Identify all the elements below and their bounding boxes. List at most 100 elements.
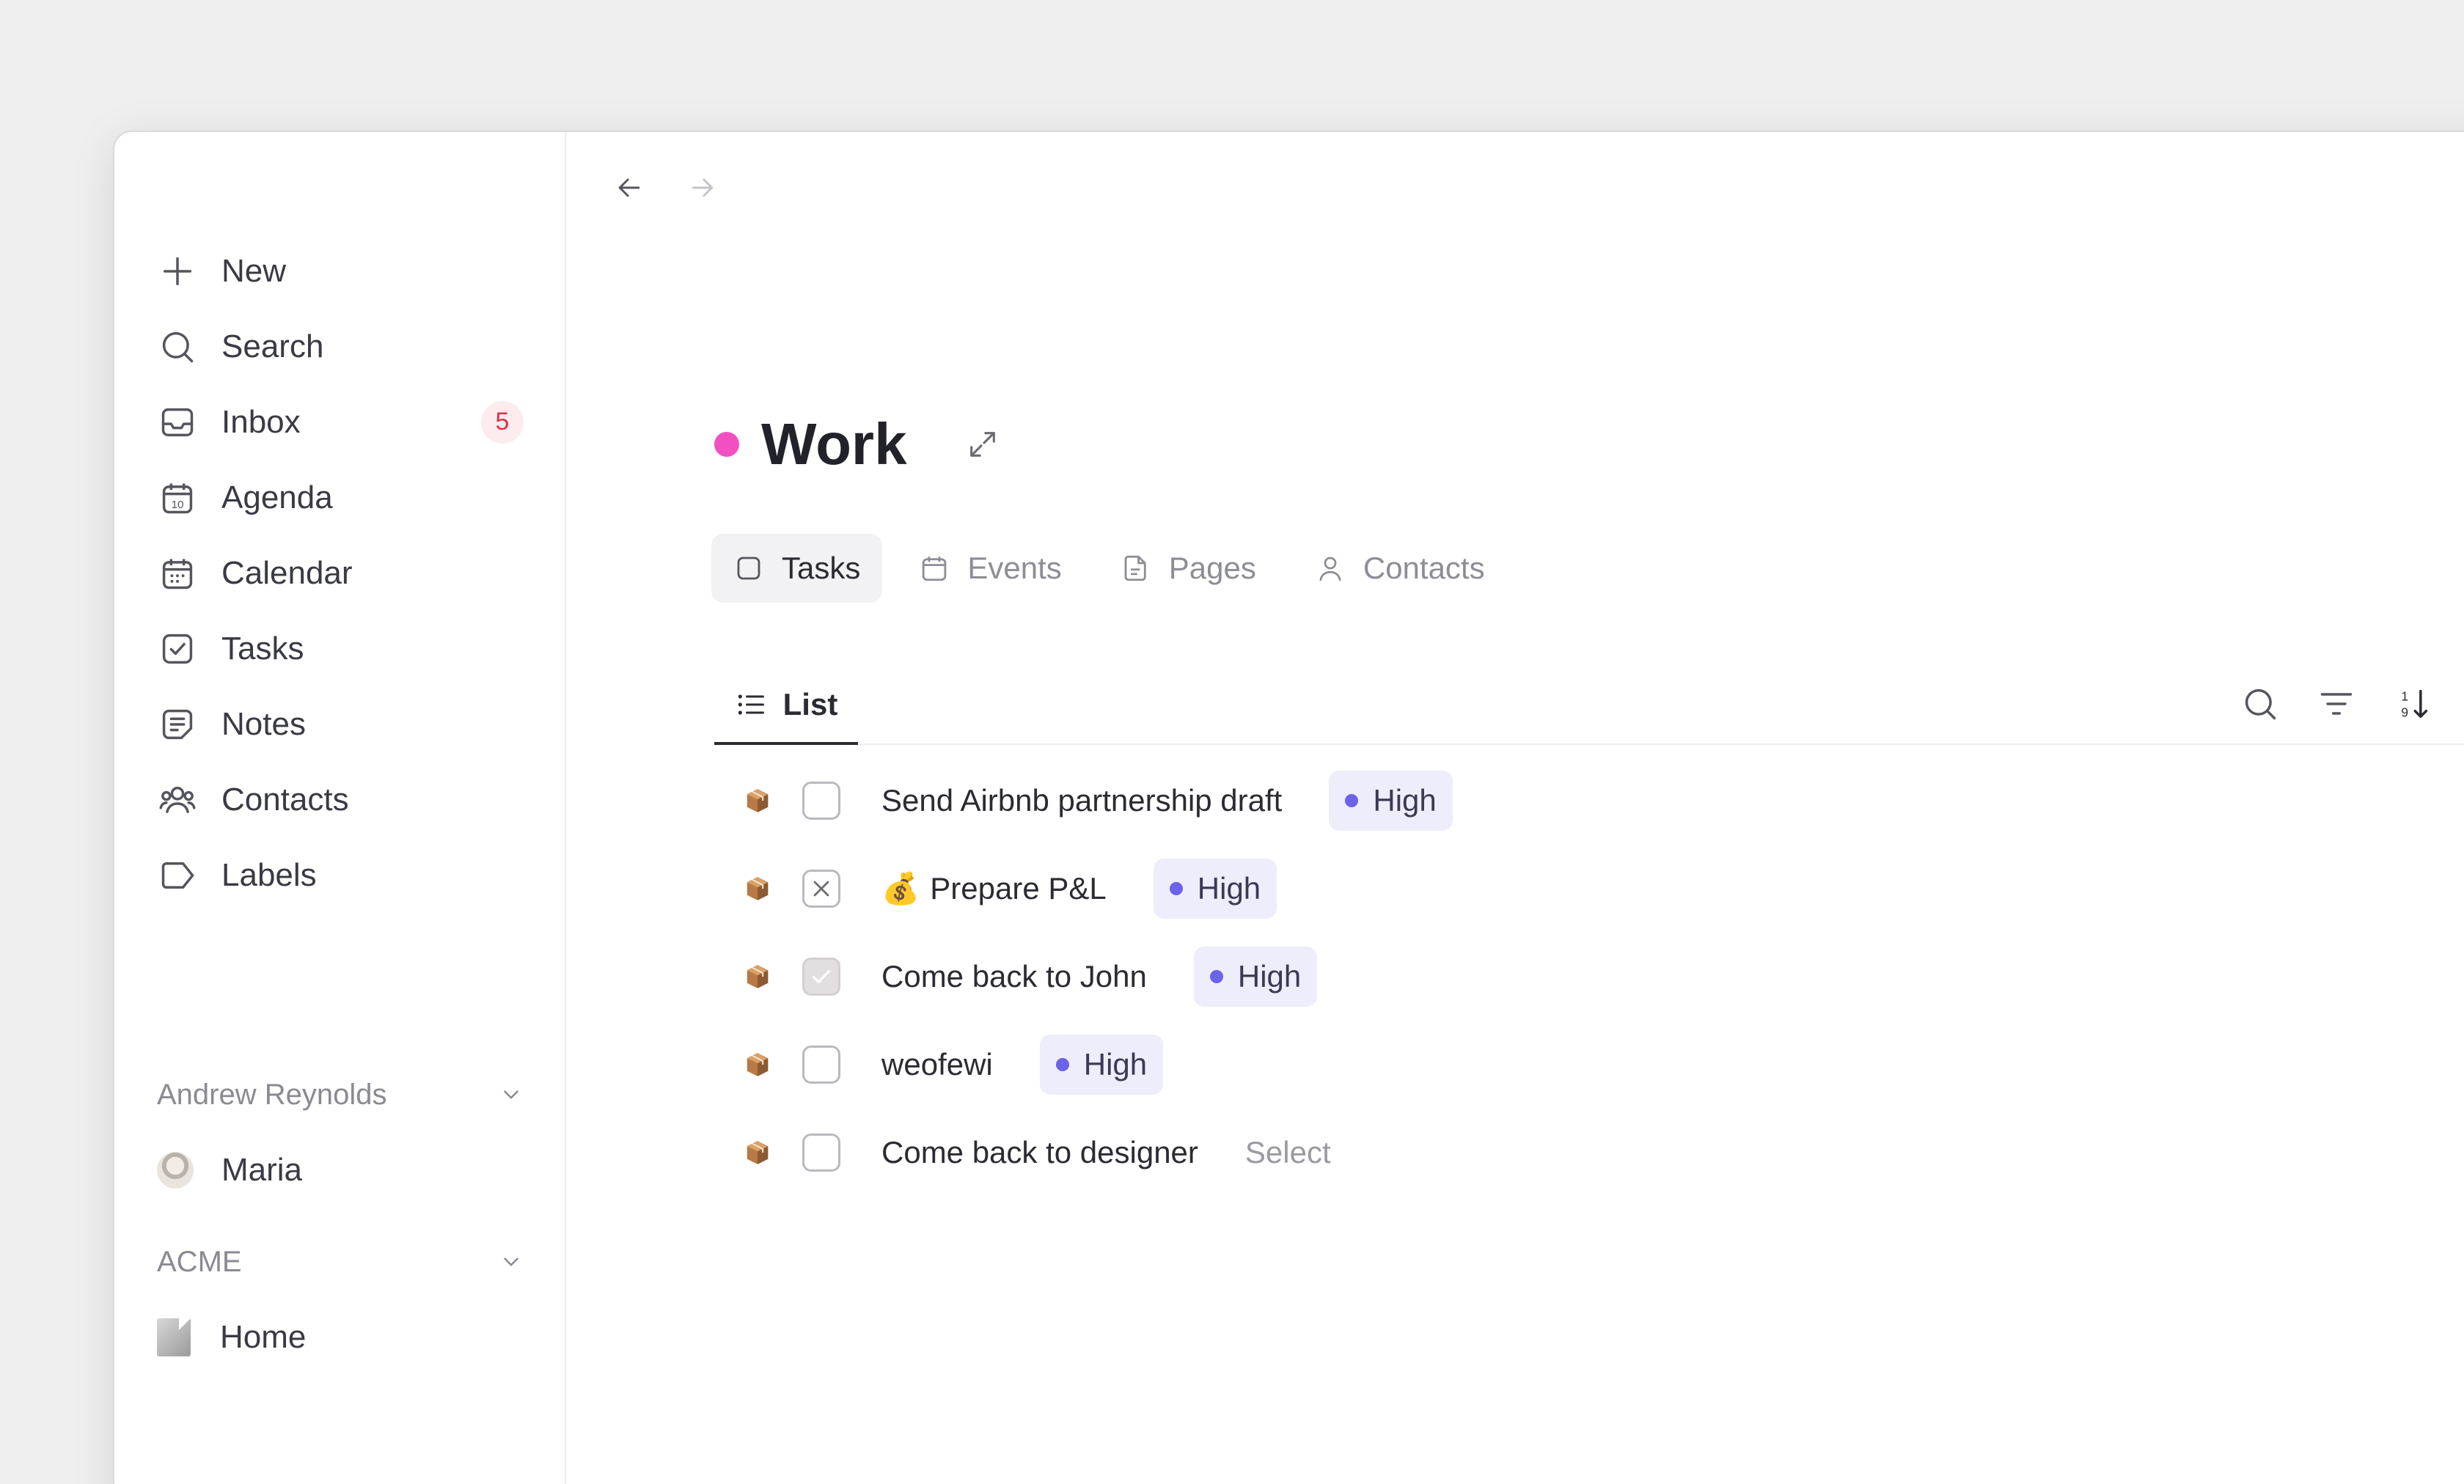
package-icon <box>747 1141 769 1164</box>
notes-icon <box>157 704 198 745</box>
plus-icon <box>157 251 198 292</box>
priority-tag[interactable]: High <box>1193 947 1318 1007</box>
search-icon <box>157 326 198 367</box>
task-row[interactable]: Send Airbnb partnership draft High <box>714 757 2181 845</box>
contacts-icon <box>157 779 198 820</box>
document-thumbnail-icon <box>157 1318 191 1356</box>
list-icon <box>738 694 764 715</box>
task-row[interactable]: Come back to John High <box>714 933 2181 1021</box>
task-row[interactable]: weofewi High <box>714 1021 2181 1109</box>
task-list: Send Airbnb partnership draft High 💰 Prep… <box>714 757 2181 1197</box>
priority-dot <box>1345 794 1359 807</box>
chevron-down-icon <box>504 1257 518 1266</box>
checkmark-icon <box>812 969 831 984</box>
task-row[interactable]: 💰 Prepare P&L High <box>714 845 2181 933</box>
priority-label: High <box>1083 1047 1148 1081</box>
sidebar-item-maria[interactable]: Maria <box>157 1148 524 1192</box>
task-checkbox[interactable] <box>802 782 840 820</box>
task-checkbox-cancelled[interactable] <box>802 870 840 908</box>
sidebar-nav: New Search Inbox 5 10 Agenda Calendar Ta… <box>157 233 524 913</box>
inbox-count-badge: 5 <box>481 400 524 444</box>
app-window: New Search Inbox 5 10 Agenda Calendar Ta… <box>113 131 2464 1484</box>
section-header-andrew-reynolds[interactable]: Andrew Reynolds <box>157 1073 524 1116</box>
sidebar-item-label: Agenda <box>221 479 333 515</box>
expand-icon[interactable] <box>966 427 1000 461</box>
tab-contacts[interactable]: Contacts <box>1293 534 1507 603</box>
chevron-down-icon <box>504 1090 518 1099</box>
tab-tasks[interactable]: Tasks <box>711 534 883 603</box>
tab-pages[interactable]: Pages <box>1099 534 1278 603</box>
tab-label: Tasks <box>782 551 861 585</box>
sidebar-item-inbox[interactable]: Inbox 5 <box>157 384 524 460</box>
priority-label: High <box>1373 783 1437 818</box>
agenda-icon-number: 10 <box>172 499 184 511</box>
view-tab-list[interactable]: List <box>714 667 858 745</box>
sidebar-item-calendar[interactable]: Calendar <box>157 535 524 611</box>
task-title[interactable]: Come back to designer <box>881 1135 1198 1170</box>
sidebar-item-label: Calendar <box>221 554 353 591</box>
sidebar-item-label: Home <box>220 1319 307 1355</box>
view-toolbar: List 19 <box>714 667 2464 745</box>
sidebar-item-labels[interactable]: Labels <box>157 837 524 913</box>
sidebar-item-label: Contacts <box>221 781 349 818</box>
svg-text:1: 1 <box>2401 689 2408 704</box>
sidebar-item-new[interactable]: New <box>157 233 524 309</box>
task-title-wrap[interactable]: 💰 Prepare P&L <box>881 871 1107 907</box>
priority-tag[interactable]: High <box>1039 1035 1164 1095</box>
inbox-icon <box>157 402 198 443</box>
package-icon <box>747 1053 769 1076</box>
sidebar-item-agenda[interactable]: 10 Agenda <box>157 460 524 535</box>
sidebar-item-label: Search <box>221 328 324 364</box>
tab-label: Pages <box>1168 551 1256 585</box>
sidebar-item-search[interactable]: Search <box>157 309 524 384</box>
sidebar-item-tasks[interactable]: Tasks <box>157 611 524 686</box>
task-checkbox[interactable] <box>802 1046 840 1084</box>
task-title[interactable]: Send Airbnb partnership draft <box>881 783 1282 818</box>
task-checkbox-done[interactable] <box>802 958 840 996</box>
section-header-acme[interactable]: ACME <box>157 1241 524 1283</box>
label-icon <box>157 855 198 896</box>
sidebar: New Search Inbox 5 10 Agenda Calendar Ta… <box>114 132 566 1484</box>
page-icon <box>1124 555 1146 581</box>
back-arrow-icon[interactable] <box>613 172 645 204</box>
sidebar-item-notes[interactable]: Notes <box>157 686 524 762</box>
main-content: Work Tasks Events Pages Contacts List 1 … <box>568 132 2464 1484</box>
tab-label: Contacts <box>1363 551 1485 585</box>
view-tools: 19 <box>2241 685 2432 723</box>
sidebar-item-label: Labels <box>221 856 317 893</box>
view-tab-label: List <box>782 687 838 721</box>
page-header: Work <box>714 411 1000 478</box>
content-tabs: Tasks Events Pages Contacts <box>711 534 1507 603</box>
section-title: ACME <box>157 1245 242 1278</box>
sort-icon[interactable]: 19 <box>2394 685 2432 723</box>
calendar-icon <box>157 553 198 594</box>
money-bag-emoji: 💰 <box>881 870 920 906</box>
sidebar-item-label: New <box>221 252 287 289</box>
sidebar-item-contacts[interactable]: Contacts <box>157 762 524 837</box>
priority-dot <box>1169 882 1183 895</box>
task-checkbox[interactable] <box>802 1134 840 1172</box>
sidebar-item-label: Maria <box>221 1152 303 1188</box>
priority-tag[interactable]: High <box>1153 859 1277 919</box>
sidebar-item-home[interactable]: Home <box>157 1315 524 1359</box>
package-icon <box>747 789 769 812</box>
color-dot <box>714 432 739 457</box>
priority-tag[interactable]: High <box>1329 771 1453 831</box>
calendar-icon <box>923 556 947 581</box>
agenda-icon: 10 <box>157 477 198 518</box>
checkbox-icon <box>737 556 760 580</box>
search-icon[interactable] <box>2241 685 2279 723</box>
tab-events[interactable]: Events <box>897 534 1083 603</box>
priority-select[interactable]: Select <box>1245 1135 1331 1170</box>
task-row[interactable]: Come back to designer Select <box>714 1109 2181 1197</box>
filter-icon[interactable] <box>2317 685 2355 723</box>
priority-dot <box>1055 1058 1069 1071</box>
checkbox-icon <box>157 628 198 669</box>
page-title[interactable]: Work <box>761 411 907 478</box>
avatar <box>157 1152 194 1189</box>
task-title[interactable]: weofewi <box>881 1047 993 1082</box>
forward-arrow-icon[interactable] <box>686 172 719 204</box>
package-icon <box>747 877 769 900</box>
close-icon <box>813 881 829 897</box>
task-title[interactable]: Come back to John <box>881 959 1147 994</box>
